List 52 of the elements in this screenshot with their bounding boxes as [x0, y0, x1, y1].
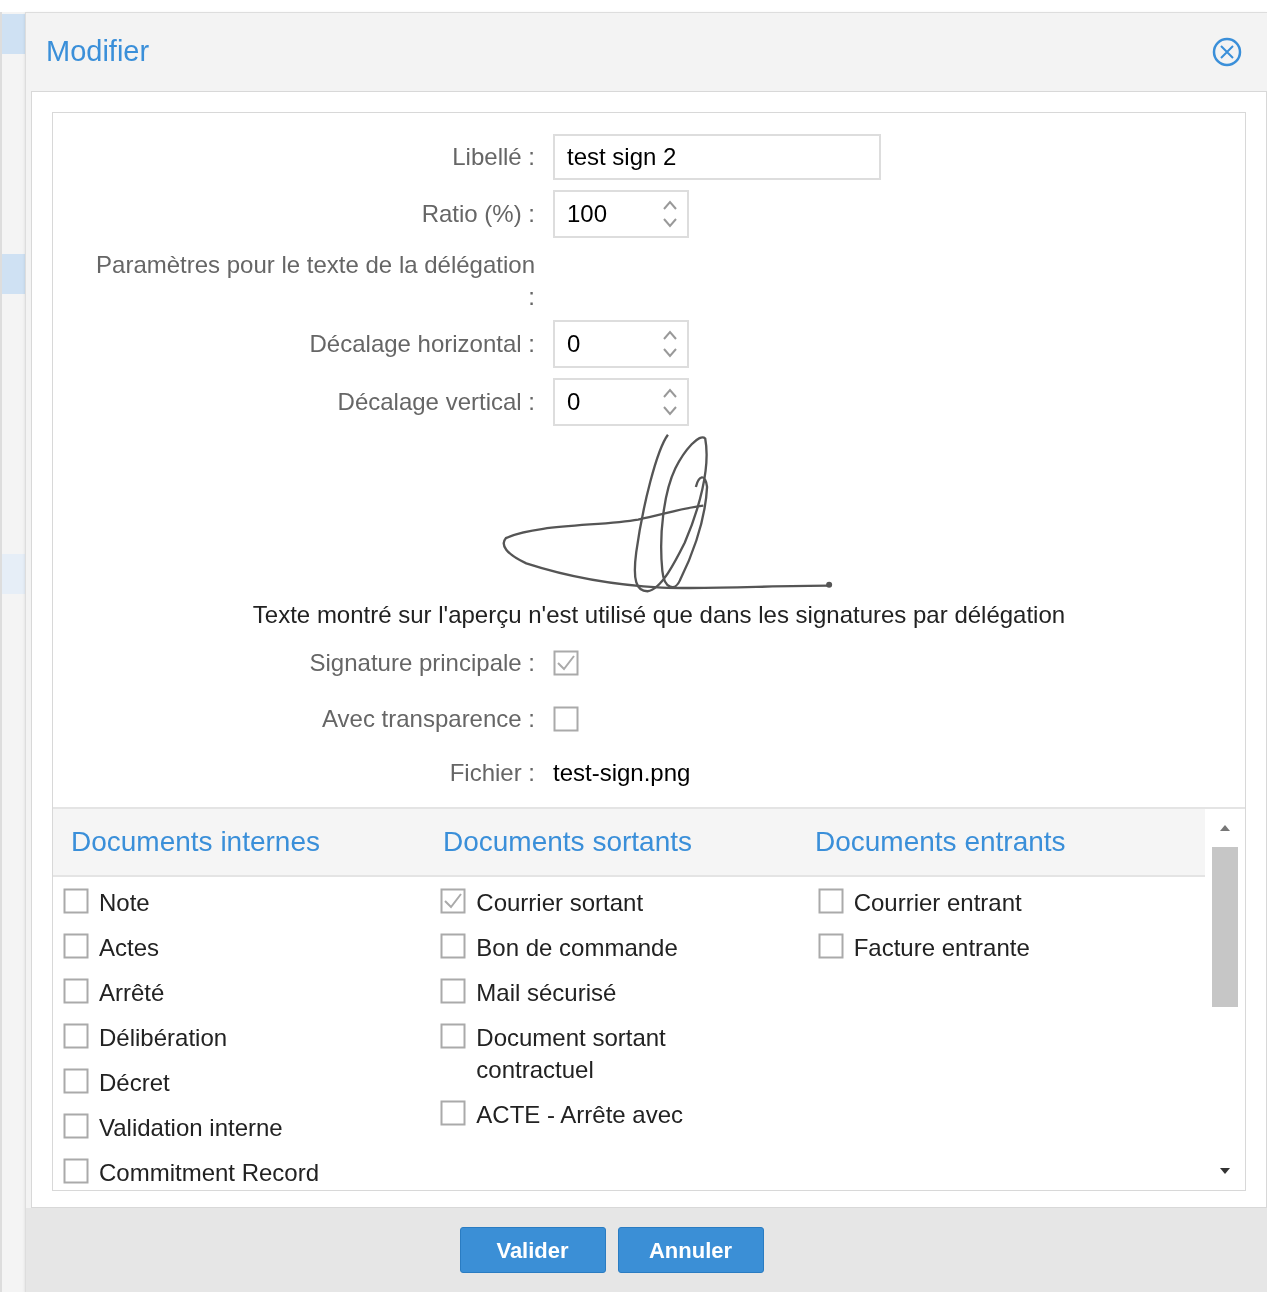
document-type-label: ACTE - Arrête avec — [476, 1100, 684, 1130]
document-type-label: Arrêté — [99, 978, 165, 1008]
scroll-up-icon[interactable] — [1218, 823, 1232, 833]
checkbox[interactable] — [440, 933, 467, 959]
info-note: Texte montré sur l'aperçu n'est utilisé que dans les signatures par délégation — [252, 600, 1066, 630]
close-icon[interactable] — [1211, 36, 1243, 68]
column-heading: Documents sortants — [443, 826, 692, 857]
checkbox[interactable] — [63, 933, 89, 959]
document-type-label: Délibération — [99, 1023, 228, 1053]
checkbox[interactable] — [63, 1158, 89, 1184]
document-type-label: Courrier entrant — [853, 888, 1022, 918]
document-type-label: Document sortant contractuel — [476, 1023, 667, 1085]
checkbox[interactable] — [440, 888, 467, 914]
field-label: Avec transparence : — [322, 705, 535, 732]
field-label: Libellé : — [452, 143, 535, 170]
checkbox[interactable] — [440, 978, 467, 1004]
dialog-title: Modifier — [46, 34, 150, 70]
field-label: Fichier : — [449, 759, 535, 786]
number-field[interactable]: 0 — [553, 378, 689, 426]
checkbox[interactable] — [553, 706, 579, 732]
column-heading: Documents internes — [71, 826, 320, 857]
scroll-down-icon[interactable] — [1218, 1166, 1232, 1176]
document-type-label: Actes — [99, 933, 160, 963]
checkbox[interactable] — [63, 978, 89, 1004]
checkbox[interactable] — [63, 1113, 89, 1139]
document-type-label: Mail sécurisé — [476, 978, 617, 1008]
document-type-label: Décret — [99, 1068, 170, 1098]
checkbox[interactable] — [817, 933, 844, 959]
colon-text: : — [528, 282, 535, 312]
text-field[interactable]: test sign 2 — [553, 134, 881, 180]
checkbox[interactable] — [440, 1100, 467, 1126]
file-name: test-sign.png — [553, 758, 691, 788]
checkbox[interactable] — [63, 1068, 89, 1094]
field-label: Décalage horizontal : — [309, 330, 535, 357]
document-type-label: Courrier sortant — [476, 888, 644, 918]
number-field[interactable]: 0 — [553, 320, 689, 368]
checkbox[interactable] — [553, 650, 579, 676]
checkbox[interactable] — [63, 888, 89, 914]
field-label: Décalage vertical : — [337, 388, 535, 415]
field-label: Ratio (%) : — [421, 200, 535, 227]
number-field[interactable]: 100 — [553, 190, 689, 238]
column-heading: Documents entrants — [815, 826, 1066, 857]
checkbox[interactable] — [63, 1023, 89, 1049]
checkbox[interactable] — [440, 1023, 467, 1049]
section-label: Paramètres pour le texte de la délégation — [96, 250, 535, 280]
document-type-label: Facture entrante — [853, 933, 1030, 963]
document-type-label: Commitment Record — [99, 1158, 320, 1188]
document-type-label: Validation interne — [99, 1113, 283, 1143]
document-type-label: Note — [99, 888, 150, 918]
checkbox[interactable] — [817, 888, 844, 914]
document-type-label: Bon de commande — [476, 933, 678, 963]
field-label: Signature principale : — [309, 649, 535, 676]
